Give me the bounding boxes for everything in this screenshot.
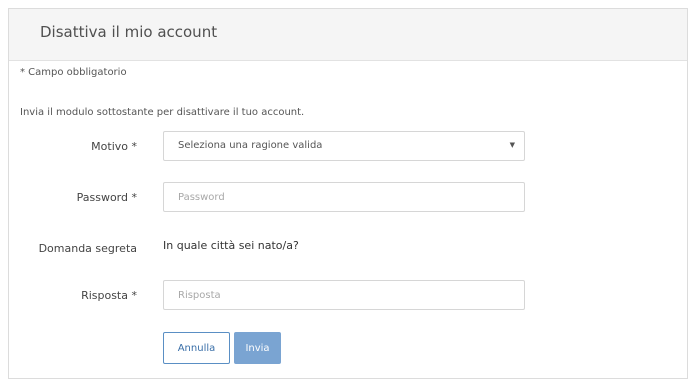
panel-heading: Disattiva il mio account (9, 9, 687, 61)
reason-label: Motivo * (91, 140, 137, 153)
reason-select[interactable]: Seleziona una ragione valida ▼ (163, 131, 525, 161)
password-label: Password * (76, 191, 137, 204)
password-input[interactable] (163, 182, 525, 212)
secret-question-text: In quale città sei nato/a? (163, 239, 299, 252)
answer-input[interactable] (163, 280, 525, 310)
cancel-button[interactable]: Annulla (163, 332, 230, 364)
deactivate-account-panel: Disattiva il mio account * Campo obbliga… (8, 8, 688, 379)
required-field-note: * Campo obbligatorio (20, 67, 127, 78)
panel-title: Disattiva il mio account (40, 23, 218, 41)
answer-label: Risposta * (81, 289, 137, 302)
caret-down-icon: ▼ (509, 141, 515, 149)
reason-select-value: Seleziona una ragione valida (178, 140, 323, 151)
form-instructions: Invia il modulo sottostante per disattiv… (20, 107, 305, 118)
secret-question-label: Domanda segreta (38, 242, 137, 255)
submit-button[interactable]: Invia (234, 332, 281, 364)
